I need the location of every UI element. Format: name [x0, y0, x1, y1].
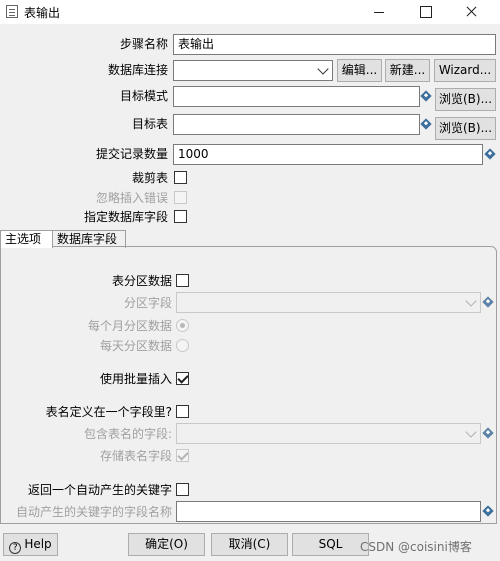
connection-select[interactable]: [173, 60, 333, 81]
chevron-down-icon: [465, 426, 477, 438]
step-name-input[interactable]: 表输出: [173, 34, 496, 55]
key-field-name-input[interactable]: [176, 501, 481, 522]
ignore-insert-errors-label: 忽略插入错误: [95, 191, 168, 205]
tablename-in-field-checkbox[interactable]: [176, 405, 189, 418]
tablename-field-label: 包含表名的字段:: [83, 427, 172, 441]
sql-button[interactable]: SQL: [292, 533, 369, 556]
truncate-table-label: 裁剪表: [131, 171, 168, 185]
truncate-table-checkbox[interactable]: [174, 171, 187, 184]
batch-insert-checkbox[interactable]: [176, 372, 189, 385]
return-key-label: 返回一个自动产生的关键字: [27, 483, 172, 497]
ok-button[interactable]: 确定(O): [128, 533, 205, 556]
browse-table-button[interactable]: 浏览(B)...: [435, 117, 496, 140]
partition-monthly-label: 每个月分区数据: [87, 319, 172, 333]
specify-fields-checkbox[interactable]: [174, 210, 187, 223]
return-key-checkbox[interactable]: [176, 483, 189, 496]
target-schema-label: 目标模式: [119, 89, 168, 103]
store-tablename-checkbox[interactable]: [176, 449, 189, 462]
variable-icon: [420, 118, 432, 130]
minimize-icon[interactable]: [356, 0, 402, 24]
partition-data-label: 表分区数据: [111, 274, 172, 288]
table-output-icon: [6, 5, 18, 18]
browse-schema-button[interactable]: 浏览(B)...: [435, 88, 496, 111]
partition-daily-label: 每天分区数据: [99, 339, 172, 353]
key-field-name-label: 自动产生的关键字的字段名称: [15, 505, 172, 519]
close-icon[interactable]: [448, 0, 494, 24]
ignore-insert-errors-checkbox[interactable]: [174, 191, 187, 204]
target-schema-input[interactable]: [173, 86, 420, 107]
tab-main-options[interactable]: 主选项: [0, 230, 53, 248]
commit-size-input[interactable]: 1000: [173, 144, 483, 165]
specify-fields-label: 指定数据库字段: [83, 210, 168, 224]
help-label: Help: [24, 537, 52, 551]
target-table-input[interactable]: [173, 114, 420, 135]
edit-connection-button[interactable]: 编辑...: [337, 59, 382, 82]
store-tablename-label: 存储表名字段: [99, 449, 172, 463]
tablename-in-field-label: 表名定义在一个字段里?: [45, 405, 172, 419]
step-name-label: 步骤名称: [119, 37, 168, 51]
tab-database-fields[interactable]: 数据库字段: [53, 230, 126, 248]
chevron-down-icon: [317, 63, 329, 75]
variable-icon: [484, 148, 496, 160]
partition-data-checkbox[interactable]: [176, 274, 189, 287]
partition-daily-radio[interactable]: [176, 339, 189, 352]
batch-insert-label: 使用批量插入: [99, 372, 172, 386]
wizard-button[interactable]: Wizard...: [434, 59, 496, 82]
partition-field-label: 分区字段: [123, 296, 172, 310]
commit-size-label: 提交记录数量: [95, 147, 168, 161]
variable-icon: [420, 90, 432, 102]
title-bar: 表输出: [0, 0, 500, 24]
target-table-label: 目标表: [131, 117, 168, 131]
help-icon: ?: [9, 542, 22, 554]
maximize-icon[interactable]: [402, 0, 448, 24]
cancel-button[interactable]: 取消(C): [211, 533, 288, 556]
connection-label: 数据库连接: [107, 63, 168, 77]
window-title: 表输出: [24, 6, 61, 20]
tablename-field-select[interactable]: [176, 423, 481, 444]
new-connection-button[interactable]: 新建...: [385, 59, 430, 82]
partition-field-select[interactable]: [176, 292, 481, 313]
chevron-down-icon: [465, 295, 477, 307]
partition-monthly-radio[interactable]: [176, 319, 189, 332]
watermark: CSDN @coisini博客: [360, 540, 472, 554]
help-button[interactable]: ? Help: [3, 533, 58, 556]
